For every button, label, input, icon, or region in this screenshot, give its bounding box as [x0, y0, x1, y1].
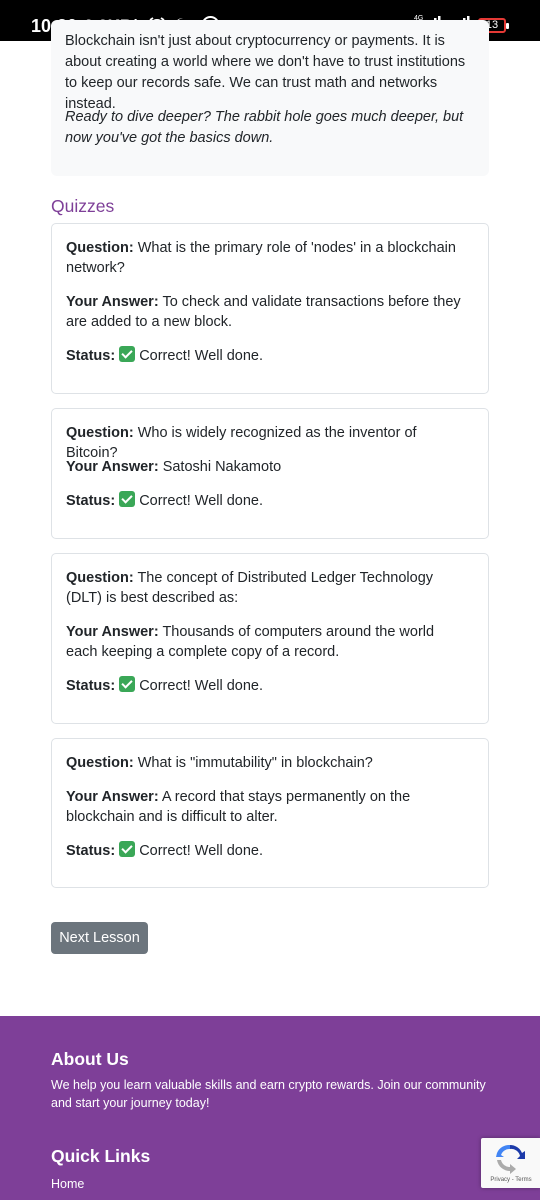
question-label: Question: [66, 425, 134, 441]
quiz-question: Question: The concept of Distributed Led… [66, 568, 466, 608]
quiz-card: Question: The concept of Distributed Led… [51, 553, 489, 724]
quizzes-heading: Quizzes [51, 196, 115, 216]
check-mark-icon [119, 346, 136, 362]
footer-quick-links-title: Quick Links [51, 1146, 151, 1166]
status-label: Status: [66, 493, 116, 509]
question-text: What is "immutability" in blockchain? [137, 755, 373, 771]
check-mark-icon [119, 676, 136, 692]
recaptcha-badge[interactable]: Privacy - Terms [481, 1138, 540, 1188]
next-lesson-button[interactable]: Next Lesson [51, 922, 148, 954]
status-text: Correct! Well done. [139, 678, 264, 694]
answer-label: Your Answer: [66, 459, 159, 475]
recaptcha-icon [493, 1142, 527, 1179]
lesson-paragraph: Blockchain isn't just about cryptocurren… [65, 33, 466, 112]
quiz-card: Question: What is "immutability" in bloc… [51, 738, 489, 888]
quiz-answer: Your Answer: Thousands of computers arou… [66, 622, 466, 662]
quiz-status: Status: Correct! Well done. [66, 346, 466, 366]
quiz-question: Question: What is the primary role of 'n… [66, 238, 466, 278]
quiz-answer: Your Answer: To check and validate trans… [66, 292, 466, 332]
quiz-answer: Your Answer: Satoshi Nakamoto [66, 457, 466, 477]
status-label: Status: [66, 678, 116, 694]
status-label: Status: [66, 843, 116, 859]
status-label: Status: [66, 348, 116, 364]
status-text: Correct! Well done. [139, 348, 264, 364]
footer: About Us We help you learn valuable skil… [0, 1016, 540, 1200]
question-label: Question: [66, 240, 134, 256]
answer-label: Your Answer: [66, 789, 159, 805]
answer-text: Satoshi Nakamoto [162, 459, 282, 475]
check-mark-icon [119, 841, 136, 857]
answer-label: Your Answer: [66, 624, 159, 640]
status-text: Correct! Well done. [139, 493, 264, 509]
footer-about-title: About Us [51, 1049, 129, 1069]
quiz-question: Question: What is "immutability" in bloc… [66, 753, 466, 773]
quiz-status: Status: Correct! Well done. [66, 491, 466, 511]
quiz-answer: Your Answer: A record that stays permane… [66, 787, 466, 827]
footer-about-text: We help you learn valuable skills and ea… [51, 1078, 486, 1110]
lesson-closing-paragraph: Ready to dive deeper? The rabbit hole go… [65, 109, 464, 146]
answer-label: Your Answer: [66, 294, 159, 310]
recaptcha-terms-text[interactable]: Privacy - Terms [483, 1176, 539, 1184]
question-label: Question: [66, 570, 134, 586]
quiz-card: Question: What is the primary role of 'n… [51, 223, 489, 394]
question-label: Question: [66, 755, 134, 771]
status-text: Correct! Well done. [139, 843, 264, 859]
quiz-status: Status: Correct! Well done. [66, 676, 466, 696]
quiz-status: Status: Correct! Well done. [66, 841, 466, 861]
footer-link-home[interactable]: Home [51, 1176, 84, 1192]
check-mark-icon [119, 491, 136, 507]
quiz-card: Question: Who is widely recognized as th… [51, 408, 489, 539]
